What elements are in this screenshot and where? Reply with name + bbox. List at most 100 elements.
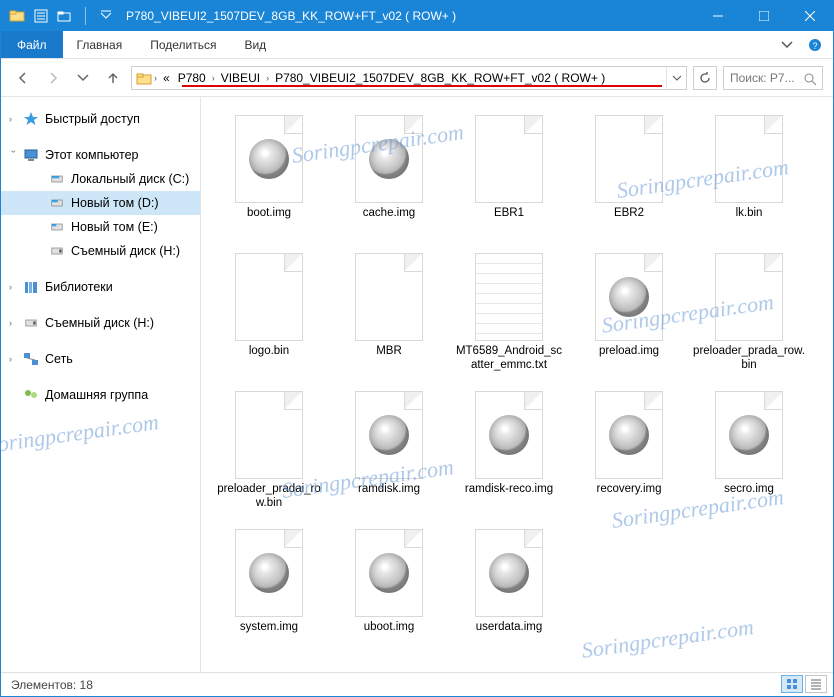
file-tile[interactable]: preloader_prada_row.bin [691,247,807,377]
file-tile[interactable]: EBR2 [571,109,687,239]
properties-icon[interactable] [33,8,49,24]
file-tile[interactable]: ramdisk-reco.img [451,385,567,515]
breadcrumb-chevron[interactable]: › [152,67,159,89]
tab-share[interactable]: Поделиться [136,31,230,58]
drive-icon [49,219,65,235]
large-icons-view-button[interactable] [781,675,803,693]
window-title: P780_VIBEUI2_1507DEV_8GB_KK_ROW+FT_v02 (… [122,9,695,23]
nav-libraries[interactable]: › Библиотеки [1,275,200,299]
file-tile[interactable]: secro.img [691,385,807,515]
address-box[interactable]: › « P780 › VIBEUI › P780_VIBEUI2_1507DEV… [131,66,687,90]
file-tile[interactable]: cache.img [331,109,447,239]
file-name: ramdisk.img [356,479,422,496]
nav-this-pc[interactable]: › Этот компьютер [1,143,200,167]
file-name: ramdisk-reco.img [463,479,555,496]
disc-image-icon [355,529,423,617]
ribbon-expand-icon[interactable] [779,37,795,53]
nav-label: Этот компьютер [45,148,138,162]
qat-divider [85,7,86,25]
qat-dropdown-icon[interactable] [98,8,114,24]
folder-icon [9,8,25,24]
svg-text:?: ? [812,41,817,51]
file-tile[interactable]: userdata.img [451,523,567,653]
breadcrumb-overflow[interactable]: « [159,67,174,89]
nav-removable[interactable]: › Съемный диск (H:) [1,311,200,335]
refresh-button[interactable] [693,66,717,90]
file-grid: boot.imgcache.imgEBR1EBR2lk.binlogo.binM… [209,109,825,661]
libraries-icon [23,279,39,295]
nav-label: Сеть [45,352,73,366]
nav-drive-d[interactable]: Новый том (D:) [1,191,200,215]
file-name: preloader_prada_row.bin [691,341,807,373]
chevron-icon: › [9,282,19,292]
drive-icon [49,171,65,187]
file-name: uboot.img [362,617,417,634]
nav-homegroup[interactable]: Домашняя группа [1,383,200,407]
item-count-label: Элементов: [11,678,76,692]
minimize-button[interactable] [695,1,741,31]
nav-drive-c[interactable]: Локальный диск (C:) [1,167,200,191]
file-tile[interactable]: preloader_pradai_row.bin [211,385,327,515]
file-tile[interactable]: EBR1 [451,109,567,239]
disc-image-icon [475,391,543,479]
tab-home[interactable]: Главная [63,31,137,58]
file-tile[interactable]: MT6589_Android_scatter_emmc.txt [451,247,567,377]
computer-icon [23,147,39,163]
file-tile[interactable]: logo.bin [211,247,327,377]
file-name: cache.img [361,203,417,220]
disc-image-icon [715,391,783,479]
file-icon [595,115,663,203]
search-icon [802,71,818,87]
titlebar: P780_VIBEUI2_1507DEV_8GB_KK_ROW+FT_v02 (… [1,1,833,31]
file-tile[interactable]: system.img [211,523,327,653]
chevron-down-icon: › [9,150,19,160]
nav-label: Библиотеки [45,280,113,294]
forward-button[interactable] [41,66,65,90]
file-tile[interactable]: boot.img [211,109,327,239]
disc-image-icon [355,391,423,479]
file-tab[interactable]: Файл [1,31,63,58]
maximize-button[interactable] [741,1,787,31]
nav-network[interactable]: › Сеть [1,347,200,371]
help-icon[interactable]: ? [807,37,823,53]
nav-quick-access[interactable]: › Быстрый доступ [1,107,200,131]
navigation-pane: › Быстрый доступ › Этот компьютер Локаль… [1,97,201,672]
tab-view[interactable]: Вид [230,31,280,58]
nav-label: Съемный диск (H:) [45,316,154,330]
chevron-icon: › [9,114,19,124]
content-pane[interactable]: boot.imgcache.imgEBR1EBR2lk.binlogo.binM… [201,97,833,672]
nav-label: Домашняя группа [45,388,148,402]
ribbon: Файл Главная Поделиться Вид ? [1,31,833,59]
file-tile[interactable]: uboot.img [331,523,447,653]
address-bar: › « P780 › VIBEUI › P780_VIBEUI2_1507DEV… [1,59,833,97]
file-name: EBR1 [492,203,526,220]
address-dropdown-icon[interactable] [666,67,686,89]
details-view-button[interactable] [805,675,827,693]
file-tile[interactable]: MBR [331,247,447,377]
disc-image-icon [595,391,663,479]
up-button[interactable] [101,66,125,90]
body: › Быстрый доступ › Этот компьютер Локаль… [1,97,833,672]
back-button[interactable] [11,66,35,90]
file-icon [235,253,303,341]
new-folder-icon[interactable] [57,8,73,24]
file-name: lk.bin [734,203,765,220]
chevron-icon: › [9,318,19,328]
file-tile[interactable]: lk.bin [691,109,807,239]
file-tile[interactable]: recovery.img [571,385,687,515]
search-input[interactable]: Поиск: P7... [723,66,823,90]
red-underline-annotation [182,85,662,87]
nav-drive-h[interactable]: Съемный диск (H:) [1,239,200,263]
close-button[interactable] [787,1,833,31]
nav-drive-e[interactable]: Новый том (E:) [1,215,200,239]
nav-label: Съемный диск (H:) [71,244,180,258]
nav-label: Новый том (E:) [71,220,158,234]
file-icon [235,391,303,479]
explorer-window: P780_VIBEUI2_1507DEV_8GB_KK_ROW+FT_v02 (… [0,0,834,697]
file-tile[interactable]: preload.img [571,247,687,377]
recent-dropdown[interactable] [71,66,95,90]
file-tile[interactable]: ramdisk.img [331,385,447,515]
file-name: EBR2 [612,203,646,220]
drive-icon [49,195,65,211]
chevron-icon: › [9,354,19,364]
